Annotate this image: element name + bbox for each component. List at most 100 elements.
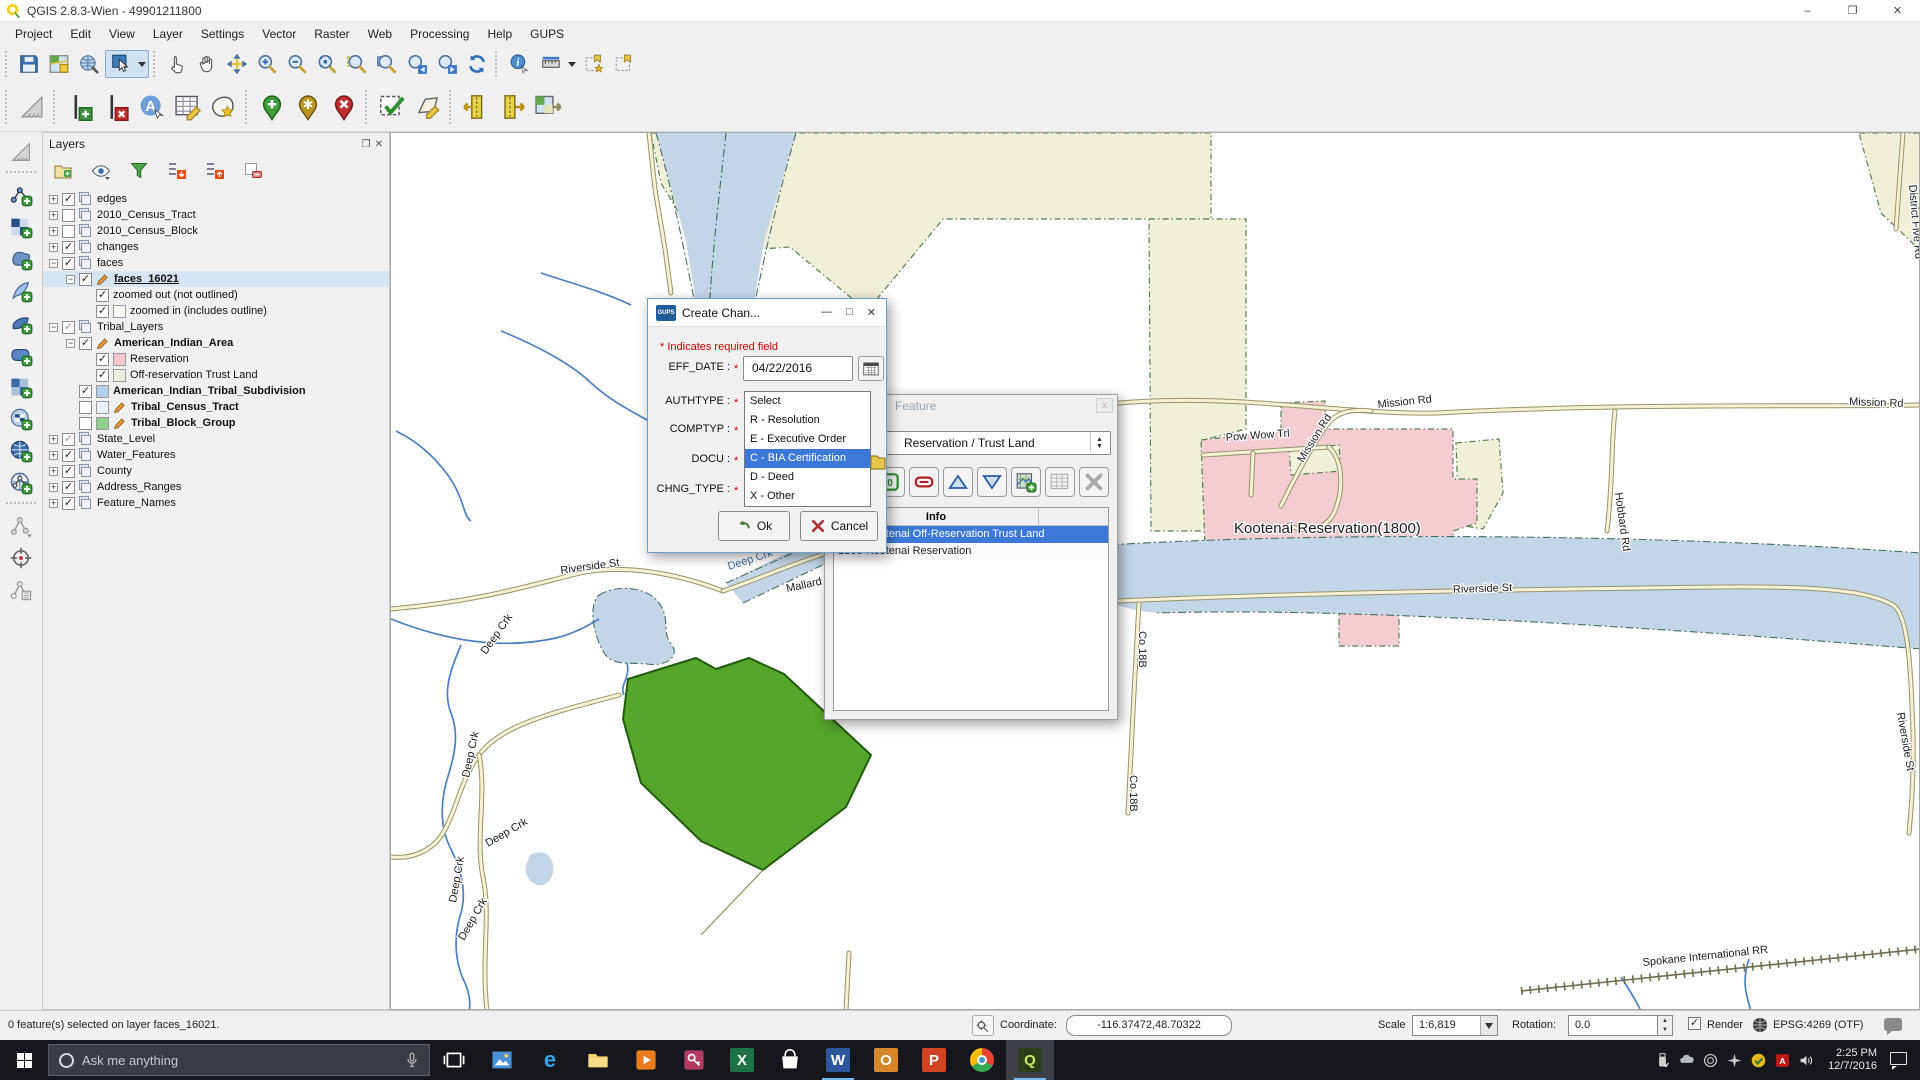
zoom-last-icon[interactable] xyxy=(403,50,431,78)
expander-icon[interactable]: + xyxy=(49,483,58,492)
scale-dropdown-icon[interactable] xyxy=(1480,1016,1497,1035)
layer-item-tribal-layers[interactable]: −✓Tribal_Layers xyxy=(43,319,389,335)
touch-zoom-icon[interactable] xyxy=(163,50,191,78)
search-input[interactable]: Ask me anything xyxy=(48,1044,430,1076)
import-changes-icon[interactable] xyxy=(459,90,493,124)
dialog-maximize-icon[interactable]: □ xyxy=(846,306,853,319)
layer-checkbox[interactable]: ✓ xyxy=(79,385,92,398)
expander-icon[interactable]: − xyxy=(66,275,75,284)
expander-icon[interactable]: − xyxy=(49,259,58,268)
word-taskbar-icon[interactable]: W xyxy=(814,1040,862,1080)
delete-record-icon[interactable] xyxy=(99,90,133,124)
task-view-taskbar-icon[interactable] xyxy=(430,1040,478,1080)
target-tool-icon[interactable] xyxy=(6,543,36,573)
file-explorer-taskbar-icon[interactable] xyxy=(574,1040,622,1080)
menu-help[interactable]: Help xyxy=(478,24,521,44)
menu-processing[interactable]: Processing xyxy=(401,24,478,44)
move-down-icon[interactable] xyxy=(977,467,1007,497)
create-dialog-titlebar[interactable]: GUPS Create Chan... — □ ✕ xyxy=(648,299,886,327)
layer-checkbox[interactable] xyxy=(62,209,75,222)
layer-checkbox[interactable]: ✓ xyxy=(62,321,75,334)
layer-checkbox[interactable]: ✓ xyxy=(96,369,109,382)
attribute-table-icon[interactable] xyxy=(1045,467,1075,497)
expander-icon[interactable]: − xyxy=(66,339,75,348)
layer-item-zoomed-in-includes-outline-[interactable]: ✓zoomed in (includes outline) xyxy=(43,303,389,319)
microphone-icon[interactable] xyxy=(403,1051,421,1069)
add-oracle-layer-icon[interactable] xyxy=(6,340,36,370)
antivirus-tray-icon[interactable] xyxy=(1750,1052,1767,1069)
safely-remove-tray-icon[interactable] xyxy=(1702,1052,1719,1069)
coordinate-input[interactable]: -116.37472,48.70322 xyxy=(1066,1015,1232,1036)
zoom-to-selection-icon[interactable] xyxy=(343,50,371,78)
expander-icon[interactable]: + xyxy=(49,467,58,476)
layer-item-2010-census-block[interactable]: +2010_Census_Block xyxy=(43,223,389,239)
zoom-to-layer-icon[interactable] xyxy=(373,50,401,78)
scale-ruler-icon[interactable] xyxy=(6,137,36,167)
layer-item-zoomed-out-not-outlined-[interactable]: ✓zoomed out (not outlined) xyxy=(43,287,389,303)
zoom-in-icon[interactable] xyxy=(253,50,281,78)
layer-item-county[interactable]: +✓County xyxy=(43,463,389,479)
panel-float-icon[interactable]: ❐ xyxy=(362,139,371,150)
add-wms-layer-icon[interactable] xyxy=(6,404,36,434)
zoom-out-icon[interactable] xyxy=(283,50,311,78)
edit-shape-icon[interactable] xyxy=(411,90,445,124)
export-map-icon[interactable] xyxy=(531,90,565,124)
expander-icon[interactable]: + xyxy=(49,243,58,252)
authtype-dropdown[interactable]: SelectR - ResolutionE - Executive OrderC… xyxy=(744,391,871,507)
authtype-option-select[interactable]: Select xyxy=(745,392,870,411)
windows-store-taskbar-icon[interactable] xyxy=(766,1040,814,1080)
usb-device-tray-icon[interactable] xyxy=(1654,1052,1671,1069)
airplane-mode-tray-icon[interactable] xyxy=(1726,1052,1743,1069)
show-bookmarks-icon[interactable] xyxy=(611,50,639,78)
new-bookmark-icon[interactable] xyxy=(581,50,609,78)
menu-gups[interactable]: GUPS xyxy=(521,24,573,44)
area-tool-icon[interactable] xyxy=(207,90,241,124)
menu-web[interactable]: Web xyxy=(359,24,401,44)
node-tool-icon[interactable] xyxy=(6,511,36,541)
zoom-next-icon[interactable] xyxy=(433,50,461,78)
add-group-icon[interactable] xyxy=(50,158,76,184)
coordinate-capture-icon[interactable] xyxy=(972,1015,994,1036)
layer-checkbox[interactable]: ✓ xyxy=(96,289,109,302)
cad-tools-icon[interactable] xyxy=(15,90,49,124)
ok-button[interactable]: Ok xyxy=(718,511,790,541)
expander-icon[interactable]: − xyxy=(49,323,58,332)
authtype-option-d[interactable]: D - Deed xyxy=(745,468,870,487)
add-wfs-layer-icon[interactable] xyxy=(6,468,36,498)
layer-item-edges[interactable]: +✓edges xyxy=(43,191,389,207)
expander-icon[interactable]: + xyxy=(49,451,58,460)
combo-spinner-icon[interactable]: ▲▼ xyxy=(1090,433,1108,453)
add-postgis-layer-icon[interactable] xyxy=(6,244,36,274)
identify-features-icon[interactable]: i xyxy=(505,50,533,78)
layer-item-feature-names[interactable]: +✓Feature_Names xyxy=(43,495,389,511)
layer-item-2010-census-tract[interactable]: +2010_Census_Tract xyxy=(43,207,389,223)
maximize-button[interactable]: ❐ xyxy=(1830,0,1875,21)
action-center-icon[interactable] xyxy=(1890,1052,1912,1069)
crs-globe-icon[interactable] xyxy=(1752,1017,1768,1033)
modify-point-icon[interactable] xyxy=(291,90,325,124)
authtype-option-r[interactable]: R - Resolution xyxy=(745,411,870,430)
cancel-button[interactable]: Cancel xyxy=(800,511,878,541)
eff-date-input[interactable]: 04/22/2016 xyxy=(743,356,853,381)
start-button[interactable] xyxy=(0,1040,48,1080)
photos-app-taskbar-icon[interactable] xyxy=(478,1040,526,1080)
messages-icon[interactable] xyxy=(1884,1018,1902,1031)
layer-item-water-features[interactable]: +✓Water_Features xyxy=(43,447,389,463)
scale-combo[interactable]: 1:6,819 xyxy=(1412,1015,1498,1036)
layer-checkbox[interactable]: ✓ xyxy=(62,497,75,510)
rotation-spinner[interactable]: ▲▼ xyxy=(1658,1015,1673,1036)
filter-legend-icon[interactable] xyxy=(126,158,152,184)
layer-checkbox[interactable]: ✓ xyxy=(96,305,109,318)
annotation-tool-icon[interactable] xyxy=(6,575,36,605)
layer-item-reservation[interactable]: ✓Reservation xyxy=(43,351,389,367)
acrobat-tray-icon[interactable]: A xyxy=(1774,1052,1791,1069)
add-vector-layer-icon[interactable] xyxy=(6,212,36,242)
menu-edit[interactable]: Edit xyxy=(61,24,100,44)
menu-layer[interactable]: Layer xyxy=(144,24,192,44)
edge-browser-taskbar-icon[interactable]: e xyxy=(526,1040,574,1080)
layer-checkbox[interactable]: ✓ xyxy=(62,193,75,206)
map-composer-icon[interactable] xyxy=(45,50,73,78)
layer-item-tribal-block-group[interactable]: Tribal_Block_Group xyxy=(43,415,389,431)
close-feature-icon[interactable] xyxy=(1079,467,1109,497)
delete-feature-icon[interactable] xyxy=(909,467,939,497)
